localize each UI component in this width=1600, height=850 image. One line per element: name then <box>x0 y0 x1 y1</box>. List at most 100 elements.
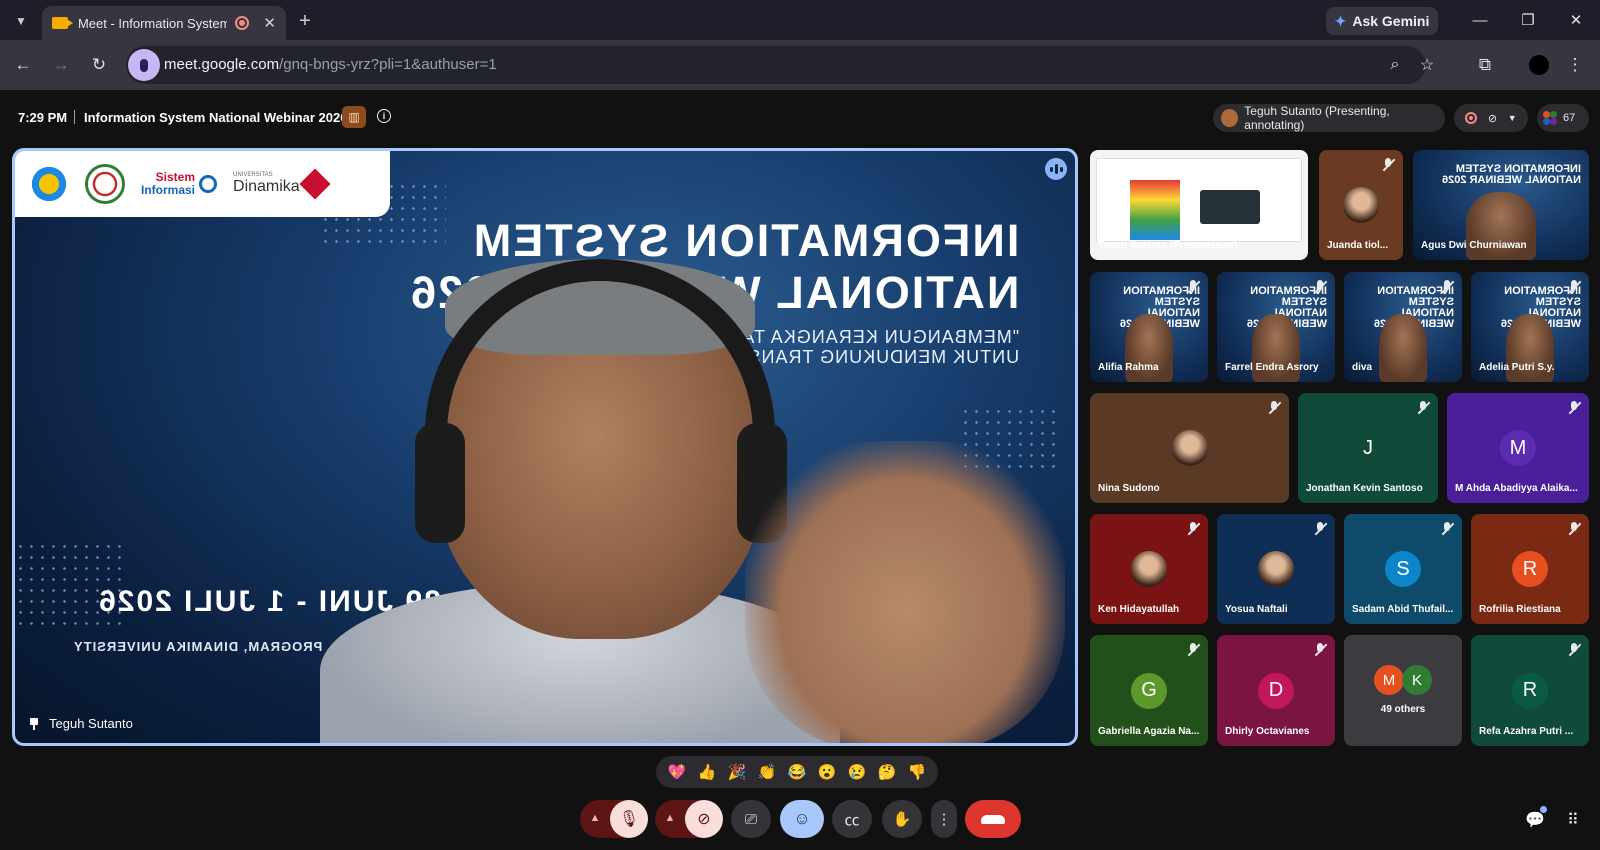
dinamika-logo: UNIVERSITAS Dinamika <box>233 168 331 200</box>
association-seal-logo <box>85 164 125 204</box>
avatar: G <box>1131 672 1167 709</box>
participant-tile[interactable]: INFORMATION SYSTEMNATIONAL WEBINAR 2026F… <box>1217 272 1335 382</box>
room-icon[interactable]: ▥ <box>342 106 366 128</box>
ask-gemini-button[interactable]: ✦ Ask Gemini <box>1326 7 1438 35</box>
university-seal-logo <box>29 164 69 204</box>
participant-name: Adelia Putri S.y. <box>1479 362 1555 373</box>
participant-name: Ken Hidayatullah <box>1098 604 1180 615</box>
more-options-icon: ⋮ <box>936 811 952 828</box>
tab-meet[interactable]: Meet - Information System National Webin… <box>42 6 286 40</box>
star-icon[interactable]: ☆ <box>1416 54 1438 76</box>
camera-off-button[interactable]: ⊘ <box>685 800 723 838</box>
activities-icon[interactable]: ⠿ <box>1562 810 1584 830</box>
reaction-button[interactable]: 😢 <box>844 759 870 785</box>
participant-tile[interactable]: R Refa Azahra Putri ... <box>1471 635 1589 746</box>
participant-tile[interactable]: G Gabriella Agazia Na... <box>1090 635 1208 746</box>
mic-icon[interactable] <box>128 49 160 81</box>
zoom-icon[interactable]: ⌕ <box>1384 54 1406 76</box>
mic-muted-icon <box>1313 280 1327 294</box>
participant-name: Juanda tiol... <box>1327 240 1389 251</box>
mic-muted-icon <box>1186 280 1200 294</box>
more-options-button[interactable]: ⋮ <box>931 800 957 838</box>
mic-muted-icon <box>1567 522 1581 536</box>
participants-avatars-icon <box>1543 111 1557 125</box>
avatar: R <box>1512 551 1548 587</box>
present-screen-button[interactable]: ⎚ <box>731 800 771 838</box>
present-screen-icon: ⎚ <box>744 810 757 828</box>
participant-tile[interactable]: Juanda tiol... <box>1319 150 1403 260</box>
participant-name: Jonathan Kevin Santoso <box>1306 483 1423 494</box>
reaction-button[interactable]: 👏 <box>754 759 780 785</box>
reload-icon[interactable]: ↻ <box>86 52 112 78</box>
mic-muted-icon <box>1416 401 1430 415</box>
presenter-stage[interactable]: INFORMATION SYSTEM NATIONAL WEBINAR 2026… <box>12 148 1078 746</box>
captions-icon: ㏄ <box>844 811 860 829</box>
profile-icon[interactable] <box>1526 52 1552 78</box>
raise-hand-button[interactable]: ✋ <box>882 800 922 838</box>
participant-name: M Ahda Abadiyya Alaika... <box>1455 483 1578 494</box>
mic-off-icon: 🎙 <box>618 811 640 828</box>
mic-off-button[interactable]: 🎙 <box>610 800 648 838</box>
participant-tile[interactable]: M K 49 others <box>1344 635 1462 746</box>
address-bar[interactable]: meet.google.com/gnq-bngs-yrz?pli=1&authu… <box>126 46 1434 84</box>
avatar <box>1131 551 1167 587</box>
extensions-icon[interactable]: ⧉ <box>1472 52 1498 78</box>
back-icon[interactable]: ← <box>10 52 36 78</box>
participant-tile[interactable]: INFORMATION SYSTEMNATIONAL WEBINAR 2026A… <box>1413 150 1589 260</box>
participant-tile[interactable]: Yosua Naftali <box>1217 514 1335 624</box>
participant-name: Gabriella Agazia Na... <box>1098 726 1200 737</box>
pin-icon[interactable] <box>29 717 39 730</box>
restore-icon[interactable]: ❐ <box>1508 8 1548 32</box>
gemini-icon: ✦ <box>1334 12 1347 29</box>
participant-tile[interactable]: INFORMATION SYSTEMNATIONAL WEBINAR 2026d… <box>1344 272 1462 382</box>
reaction-button[interactable]: 😮 <box>814 759 840 785</box>
reaction-button[interactable]: 💖 <box>664 759 690 785</box>
participant-tile[interactable]: Ken Hidayatullah <box>1090 514 1208 624</box>
avatar <box>1171 430 1208 466</box>
participant-name: diva <box>1352 362 1373 373</box>
info-icon[interactable]: i <box>377 109 391 123</box>
leave-call-button[interactable] <box>965 800 1021 838</box>
reaction-button[interactable]: 👍 <box>694 759 720 785</box>
participant-tile[interactable]: M M Ahda Abadiyya Alaika... <box>1447 393 1589 503</box>
forward-icon[interactable]: → <box>48 52 74 78</box>
avatar: K <box>1402 665 1432 695</box>
close-window-icon[interactable]: ✕ <box>1556 8 1596 32</box>
reactions-bar: 💖 👍 🎉 👏 😂 😮 😢 🤔 👎 <box>656 756 938 788</box>
chevron-up-icon[interactable]: ▲ <box>588 811 602 825</box>
recording-chip[interactable]: ⊘ ▼ <box>1454 104 1528 132</box>
participant-name: Farrel Endra Asrory <box>1225 362 1319 373</box>
participants-chip[interactable]: 67 <box>1537 104 1589 132</box>
camera-off-icon: ⊘ <box>1487 112 1498 125</box>
stage-name-label: Teguh Sutanto <box>29 716 133 731</box>
participant-tile[interactable]: S Sadam Abid Thufail... <box>1344 514 1462 624</box>
chevron-down-icon: ▼ <box>1507 113 1517 123</box>
emoji-button[interactable]: ☺ <box>780 800 824 838</box>
headset-ear-left <box>415 423 465 543</box>
minimize-icon[interactable]: — <box>1460 8 1500 32</box>
presenter-chip[interactable]: Teguh Sutanto (Presenting, annotating) <box>1213 104 1445 132</box>
reaction-button[interactable]: 👎 <box>904 759 930 785</box>
raise-hand-icon: ✋ <box>892 811 912 828</box>
participant-tile[interactable]: Nina Sudono <box>1090 393 1289 503</box>
tab-list-icon[interactable]: ▼ <box>8 8 34 34</box>
participant-tile[interactable]: J Jonathan Kevin Santoso <box>1298 393 1438 503</box>
captions-button[interactable]: ㏄ <box>832 800 872 838</box>
chevron-up-icon[interactable]: ▲ <box>663 811 677 825</box>
emoji-icon: ☺ <box>793 809 811 828</box>
participant-tile[interactable]: R Rofrilia Riestiana <box>1471 514 1589 624</box>
menu-icon[interactable]: ⋮ <box>1562 52 1588 78</box>
participant-tile[interactable]: INFORMATION SYSTEMNATIONAL WEBINAR 2026A… <box>1090 272 1208 382</box>
reaction-button[interactable]: 🤔 <box>874 759 900 785</box>
close-tab-icon[interactable]: ✕ <box>263 14 276 32</box>
reaction-button[interactable]: 🎉 <box>724 759 750 785</box>
participant-tile[interactable]: INFORMATION SYSTEMNATIONAL WEBINAR 2026A… <box>1471 272 1589 382</box>
reaction-button[interactable]: 😂 <box>784 759 810 785</box>
participant-tile[interactable]: D Dhirly Octavianes <box>1217 635 1335 746</box>
slide-thumbnail-title: INFORMATION SYSTEMNATIONAL WEBINAR 2026 <box>1442 163 1581 186</box>
participant-count: 67 <box>1563 112 1576 124</box>
new-tab-button[interactable]: + <box>292 8 318 34</box>
participant-tile[interactable]: Teguh Sutanto (Presentation) <box>1090 150 1308 260</box>
chat-icon[interactable]: 💬 <box>1524 810 1546 830</box>
avatar: M <box>1500 430 1536 466</box>
